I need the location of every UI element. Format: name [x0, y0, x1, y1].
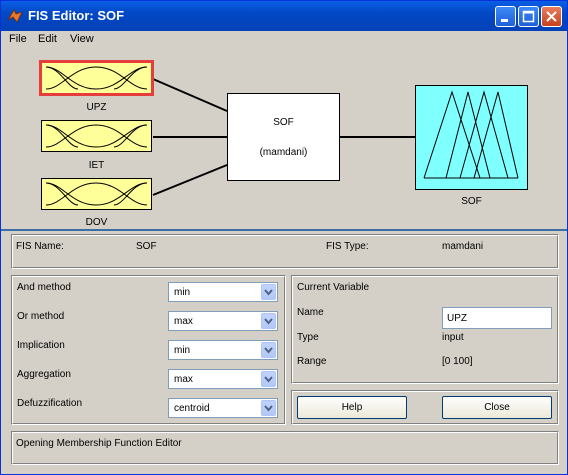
input-mf-icon [45, 182, 148, 206]
chevron-down-icon[interactable] [261, 400, 276, 416]
help-button[interactable]: Help [297, 396, 407, 419]
chevron-down-icon[interactable] [261, 313, 276, 329]
aggregation-label: Aggregation [17, 369, 71, 380]
menu-edit[interactable]: Edit [38, 33, 57, 45]
and-method-select[interactable]: min [168, 282, 278, 302]
methods-panel: And method min Or method max Implication… [11, 275, 286, 425]
aggregation-select[interactable]: max [168, 369, 278, 389]
variable-name-value: UPZ [447, 313, 467, 324]
title-bar[interactable]: FIS Editor: SOF [1, 1, 567, 31]
variable-range-label: Range [297, 356, 327, 367]
current-variable-title: Current Variable [297, 282, 370, 293]
close-icon [546, 11, 557, 22]
implication-value: min [174, 345, 191, 356]
buttons-panel: Help Close [291, 390, 559, 425]
system-box[interactable]: SOF (mamdani) [227, 93, 340, 181]
input-box-upz[interactable] [39, 60, 154, 96]
input-box-iet[interactable] [41, 120, 152, 152]
variable-name-input[interactable]: UPZ [442, 307, 552, 329]
minimize-button[interactable] [495, 6, 516, 27]
fis-info-panel: FIS Name: SOF FIS Type: mamdani [11, 234, 559, 269]
fis-type-value: mamdani [442, 241, 484, 252]
variable-type-label: Type [297, 332, 319, 343]
input-box-dov[interactable] [41, 178, 152, 210]
variable-name-label: Name [297, 307, 324, 318]
system-name: SOF [273, 117, 294, 128]
output-label-sof: SOF [461, 196, 482, 207]
variable-range-value: [0 100] [442, 356, 473, 367]
system-type: (mamdani) [259, 147, 308, 158]
fis-editor-window: FIS Editor: SOF File Edit View UPZ IET D… [0, 0, 568, 475]
fis-name-value: SOF [136, 241, 157, 252]
variable-type-value: input [442, 332, 464, 343]
maximize-button[interactable] [518, 6, 539, 27]
menu-view[interactable]: View [70, 33, 94, 45]
output-mf-icon [423, 90, 519, 179]
minimize-icon [501, 19, 508, 22]
or-method-label: Or method [17, 311, 65, 322]
window-title: FIS Editor: SOF [28, 8, 125, 23]
defuzzification-label: Defuzzification [17, 398, 83, 409]
chevron-down-icon[interactable] [261, 371, 276, 387]
or-method-value: max [174, 316, 193, 327]
menu-file[interactable]: File [9, 33, 27, 45]
current-variable-panel: Current Variable Name UPZ Type input Ran… [291, 275, 559, 384]
input-label-upz: UPZ [86, 102, 107, 113]
output-box-sof[interactable] [415, 85, 528, 190]
defuzzification-select[interactable]: centroid [168, 398, 278, 418]
chevron-down-icon[interactable] [261, 284, 276, 300]
aggregation-value: max [174, 374, 193, 385]
implication-select[interactable]: min [168, 340, 278, 360]
close-window-button[interactable] [541, 6, 562, 27]
input-label-iet: IET [88, 160, 105, 171]
status-text: Opening Membership Function Editor [16, 438, 182, 449]
status-panel: Opening Membership Function Editor [11, 431, 559, 465]
or-method-select[interactable]: max [168, 311, 278, 331]
diagram-separator [1, 229, 567, 231]
maximize-icon [522, 10, 535, 23]
implication-label: Implication [17, 340, 65, 351]
fis-diagram: UPZ IET DOV SOF (mamdani) SOF [5, 51, 563, 227]
input-label-dov: DOV [85, 217, 108, 227]
fis-name-label: FIS Name: [16, 241, 64, 252]
chevron-down-icon[interactable] [261, 342, 276, 358]
menu-bar: File Edit View [1, 31, 567, 49]
and-method-label: And method [17, 282, 71, 293]
input-mf-icon [45, 124, 148, 148]
input-mf-icon [45, 66, 148, 90]
and-method-value: min [174, 287, 191, 298]
fis-type-label: FIS Type: [326, 241, 369, 252]
defuzzification-value: centroid [174, 403, 210, 414]
matlab-icon [7, 9, 23, 23]
close-button[interactable]: Close [442, 396, 552, 419]
